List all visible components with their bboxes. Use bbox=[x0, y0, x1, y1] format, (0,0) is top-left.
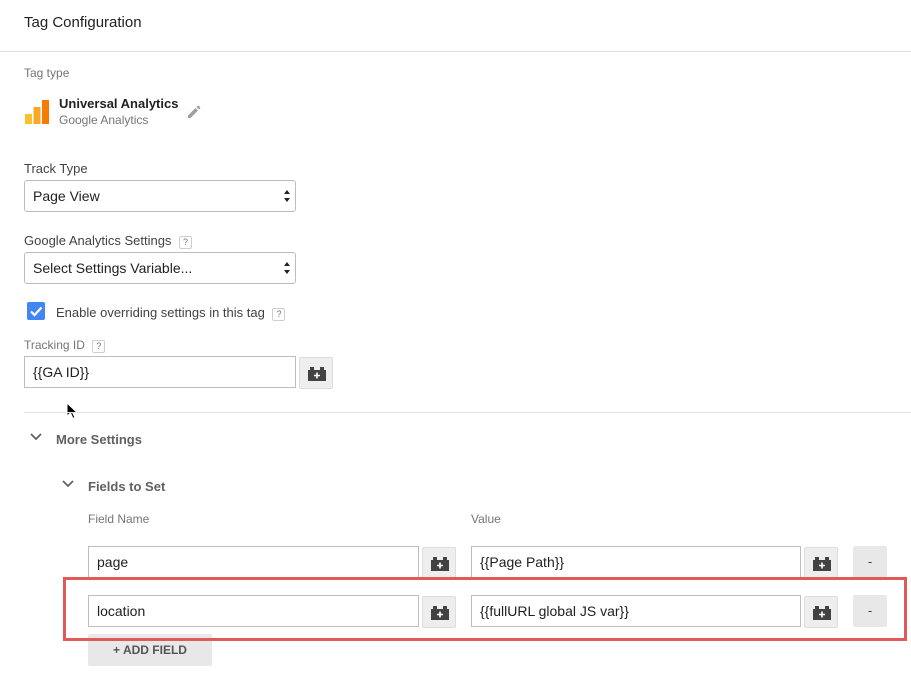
tag-type-label: Tag type bbox=[24, 66, 70, 80]
tracking-id-input[interactable]: {{GA ID}} bbox=[24, 356, 296, 388]
tracking-id-label-text: Tracking ID bbox=[24, 338, 85, 352]
remove-field-button[interactable]: - bbox=[853, 546, 887, 578]
tag-type-name: Universal Analytics bbox=[59, 96, 179, 111]
track-type-label: Track Type bbox=[24, 161, 88, 176]
field-name-column-header: Field Name bbox=[88, 512, 150, 526]
ga-settings-value: Select Settings Variable... bbox=[33, 260, 193, 276]
lego-brick-icon bbox=[308, 367, 326, 381]
mouse-cursor-icon bbox=[66, 402, 78, 420]
ga-settings-label: Google Analytics Settings ? bbox=[24, 233, 193, 249]
universal-analytics-icon bbox=[25, 100, 49, 124]
ga-settings-label-text: Google Analytics Settings bbox=[24, 233, 172, 248]
select-arrows-icon bbox=[284, 190, 290, 202]
remove-field-button[interactable]: - bbox=[853, 595, 887, 627]
variable-picker-button[interactable] bbox=[422, 547, 456, 579]
tracking-id-label: Tracking ID ? bbox=[24, 338, 106, 353]
field-value-input[interactable]: {{Page Path}} bbox=[471, 546, 801, 578]
field-name-input[interactable]: location bbox=[88, 595, 419, 627]
variable-picker-button[interactable] bbox=[422, 596, 456, 628]
select-arrows-icon bbox=[284, 262, 290, 274]
tag-type-subtitle: Google Analytics bbox=[59, 113, 149, 127]
lego-brick-icon bbox=[813, 557, 831, 571]
value-column-header: Value bbox=[471, 512, 501, 526]
pencil-icon[interactable] bbox=[186, 104, 202, 120]
add-field-button[interactable]: + ADD FIELD bbox=[88, 634, 212, 666]
section-divider bbox=[24, 412, 911, 413]
override-label-text: Enable overriding settings in this tag bbox=[56, 305, 265, 320]
track-type-select[interactable]: Page View bbox=[24, 180, 296, 212]
variable-picker-button[interactable] bbox=[299, 357, 333, 389]
override-checkbox[interactable] bbox=[27, 302, 45, 320]
field-name-input[interactable]: page bbox=[88, 546, 419, 578]
chevron-down-icon[interactable] bbox=[30, 433, 42, 441]
lego-brick-icon bbox=[431, 557, 449, 571]
field-value-input[interactable]: {{fullURL global JS var}} bbox=[471, 595, 801, 627]
lego-brick-icon bbox=[431, 606, 449, 620]
help-icon[interactable]: ? bbox=[92, 340, 106, 353]
track-type-value: Page View bbox=[33, 188, 100, 204]
chevron-down-icon[interactable] bbox=[62, 480, 74, 488]
variable-picker-button[interactable] bbox=[804, 596, 838, 628]
fields-to-set-toggle[interactable]: Fields to Set bbox=[88, 479, 165, 494]
header-divider bbox=[0, 51, 911, 52]
more-settings-toggle[interactable]: More Settings bbox=[56, 432, 142, 447]
lego-brick-icon bbox=[813, 606, 831, 620]
variable-picker-button[interactable] bbox=[804, 547, 838, 579]
help-icon[interactable]: ? bbox=[179, 236, 193, 249]
override-label: Enable overriding settings in this tag ? bbox=[56, 305, 286, 321]
ga-settings-select[interactable]: Select Settings Variable... bbox=[24, 252, 296, 284]
checkmark-icon bbox=[30, 306, 43, 317]
panel-title: Tag Configuration bbox=[24, 14, 142, 31]
help-icon[interactable]: ? bbox=[272, 308, 286, 321]
